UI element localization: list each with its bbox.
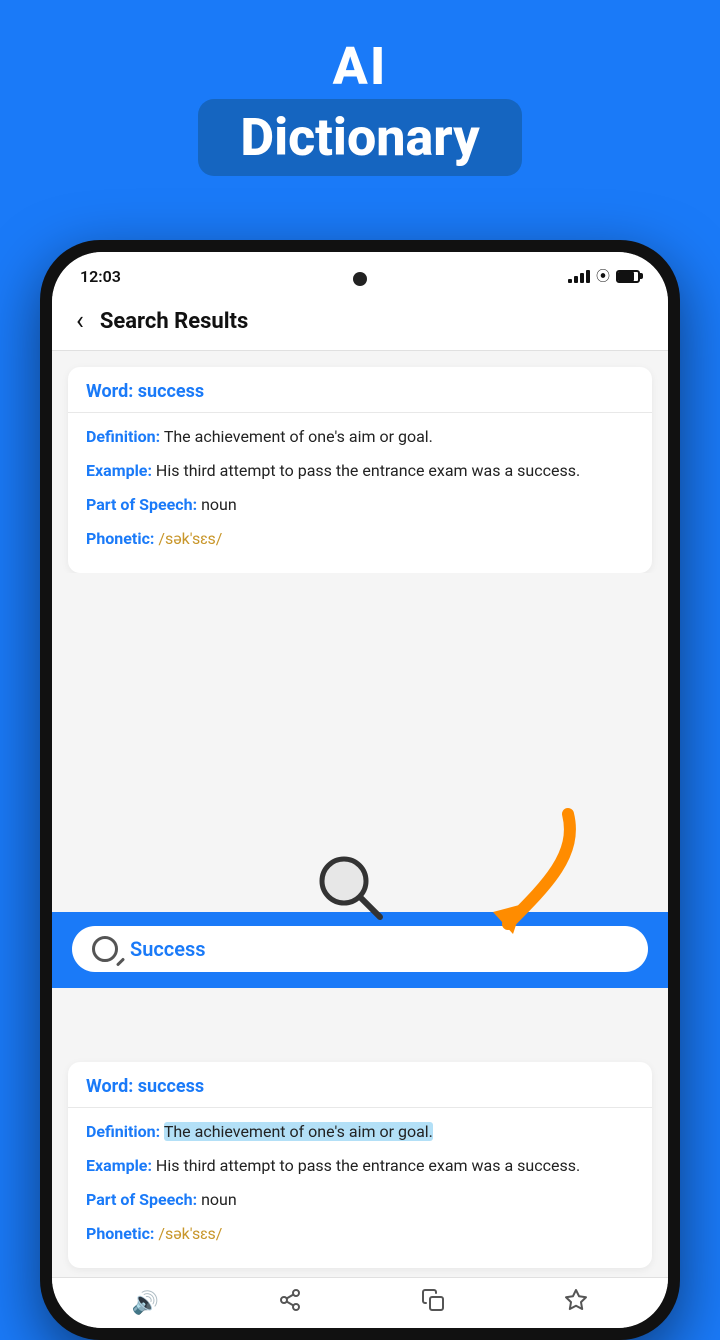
search-input-value[interactable]: Success [130, 937, 206, 961]
word-card-top: Word: success Definition: The achievemen… [68, 367, 652, 573]
nav-bar: ‹ Search Results [52, 294, 668, 351]
action-bar: 🔊 [52, 1277, 668, 1328]
status-bar: 12:03 ⦿ [52, 252, 668, 294]
word-card-bottom-definition: Definition: The achievement of one's aim… [86, 1120, 634, 1144]
word-card-bottom-word-label: Word: success [86, 1076, 204, 1097]
star-icon[interactable] [564, 1288, 588, 1318]
header: AI Dictionary [0, 0, 720, 194]
wifi-icon: ⦿ [596, 266, 610, 286]
nav-title: Search Results [100, 309, 248, 334]
search-icon [92, 936, 118, 962]
phone-wrapper: 12:03 ⦿ ‹ Search Results [40, 240, 680, 1340]
status-icons: ⦿ [568, 266, 640, 286]
copy-icon[interactable] [421, 1288, 445, 1318]
word-card-top-example: Example: His third attempt to pass the e… [86, 459, 634, 483]
status-time: 12:03 [80, 267, 121, 286]
definition-highlight: The achievement of one's aim or goal. [164, 1122, 433, 1141]
share-icon[interactable] [278, 1288, 302, 1318]
word-card-bottom-example: Example: His third attempt to pass the e… [86, 1154, 634, 1178]
search-bar[interactable]: Success [72, 926, 648, 972]
word-card-bottom: Word: success Definition: The achievemen… [68, 1062, 652, 1268]
word-card-top-body: Definition: The achievement of one's aim… [68, 413, 652, 573]
battery-icon [616, 270, 640, 283]
speaker-icon[interactable]: 🔊 [132, 1291, 159, 1316]
word-card-top-word-label: Word: success [86, 381, 204, 402]
word-card-top-phonetic: Phonetic: /sək'sɛs/ [86, 527, 634, 551]
ai-label: AI [0, 38, 720, 95]
signal-bars-icon [568, 269, 590, 283]
dictionary-badge: Dictionary [198, 99, 521, 176]
camera-dot [353, 272, 367, 286]
word-card-top-pos: Part of Speech: noun [86, 493, 634, 517]
search-overlay: Success [52, 912, 668, 988]
word-card-top-definition: Definition: The achievement of one's aim… [86, 425, 634, 449]
word-card-bottom-header: Word: success [68, 1062, 652, 1108]
word-card-bottom-body: Definition: The achievement of one's aim… [68, 1108, 652, 1268]
content-area: Word: success Definition: The achievemen… [52, 351, 668, 573]
word-card-bottom-pos: Part of Speech: noun [86, 1188, 634, 1212]
word-card-top-header: Word: success [68, 367, 652, 413]
phone-screen: 12:03 ⦿ ‹ Search Results [52, 252, 668, 1328]
back-button[interactable]: ‹ [76, 306, 84, 336]
phone-frame: 12:03 ⦿ ‹ Search Results [40, 240, 680, 1340]
word-card-bottom-phonetic: Phonetic: /sək'sɛs/ [86, 1222, 634, 1246]
